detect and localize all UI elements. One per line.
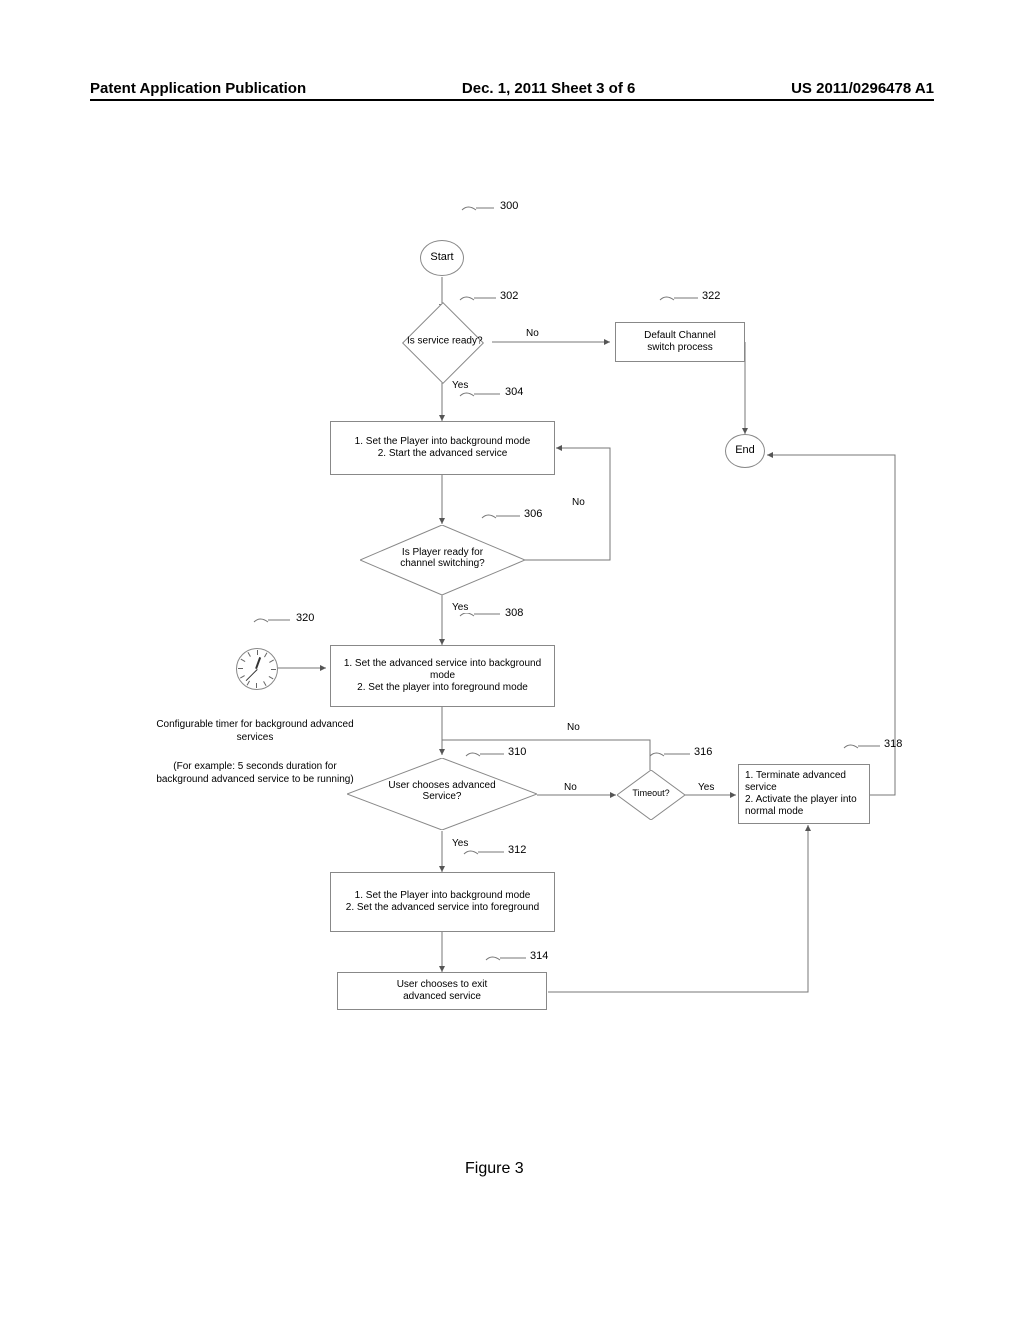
timer-caption-bottom: (For example: 5 seconds duration for bac… [150, 760, 360, 786]
edge-306-yes: Yes [450, 602, 470, 613]
header-right: US 2011/0296478 A1 [791, 80, 934, 97]
timer-caption-top: Configurable timer for background advanc… [150, 718, 360, 744]
ref-310: 310 [508, 746, 526, 758]
process-318-l1: 1. Terminate advanced service [745, 770, 863, 794]
edge-302-yes: Yes [450, 380, 470, 391]
clock-icon [236, 648, 278, 690]
patent-header: Patent Application Publication Dec. 1, 2… [90, 80, 934, 101]
end-terminator: End [725, 434, 765, 468]
process-322-label: Default Channel switch process [644, 330, 716, 354]
decision-316-label: Timeout? [617, 788, 685, 798]
process-308: 1. Set the advanced service into backgro… [330, 645, 555, 707]
process-314: User chooses to exit advanced service [337, 972, 547, 1010]
process-308-l2: 2. Set the player into foreground mode [357, 682, 528, 694]
figure-caption: Figure 3 [465, 1160, 524, 1178]
ref-314: 314 [530, 950, 548, 962]
process-304-l2: 2. Start the advanced service [378, 448, 508, 460]
process-312-l2: 2. Set the advanced service into foregro… [346, 902, 539, 914]
process-322: Default Channel switch process [615, 322, 745, 362]
page: Patent Application Publication Dec. 1, 2… [0, 0, 1024, 1320]
edge-302-no: No [524, 328, 541, 339]
ref-316: 316 [694, 746, 712, 758]
end-label: End [735, 444, 755, 457]
decision-306: Is Player ready for channel switching? [360, 525, 525, 595]
ref-300: 300 [500, 200, 518, 212]
process-314-label: User chooses to exit advanced service [397, 979, 488, 1003]
process-318: 1. Terminate advanced service 2. Activat… [738, 764, 870, 824]
decision-306-label: Is Player ready for channel switching? [360, 547, 525, 569]
process-304-l1: 1. Set the Player into background mode [355, 436, 531, 448]
ref-322: 322 [702, 290, 720, 302]
decision-310: User chooses advanced Service? [347, 758, 537, 830]
ref-304: 304 [505, 386, 523, 398]
process-312-l1: 1. Set the Player into background mode [355, 890, 531, 902]
ref-308: 308 [505, 607, 523, 619]
process-304: 1. Set the Player into background mode 2… [330, 421, 555, 475]
decision-316: Timeout? [617, 770, 685, 820]
edge-310-yes: Yes [450, 838, 470, 849]
decision-302: Is service ready? [402, 302, 484, 384]
ref-318: 318 [884, 738, 902, 750]
ref-302: 302 [500, 290, 518, 302]
process-318-l2: 2. Activate the player into normal mode [745, 794, 863, 818]
decision-310-label: User chooses advanced Service? [347, 780, 537, 802]
ref-306: 306 [524, 508, 542, 520]
header-left: Patent Application Publication [90, 80, 306, 97]
edge-316-yes: Yes [696, 782, 716, 793]
edge-306-no: No [570, 497, 587, 508]
start-terminator: Start [420, 240, 464, 276]
start-label: Start [430, 251, 453, 264]
process-308-l1: 1. Set the advanced service into backgro… [335, 658, 550, 682]
ref-320: 320 [296, 612, 314, 624]
ref-312: 312 [508, 844, 526, 856]
edge-316-no: No [565, 722, 582, 733]
process-312: 1. Set the Player into background mode 2… [330, 872, 555, 932]
header-center: Dec. 1, 2011 Sheet 3 of 6 [462, 80, 635, 97]
edge-310-no: No [562, 782, 579, 793]
decision-302-label: Is service ready? [391, 336, 499, 347]
